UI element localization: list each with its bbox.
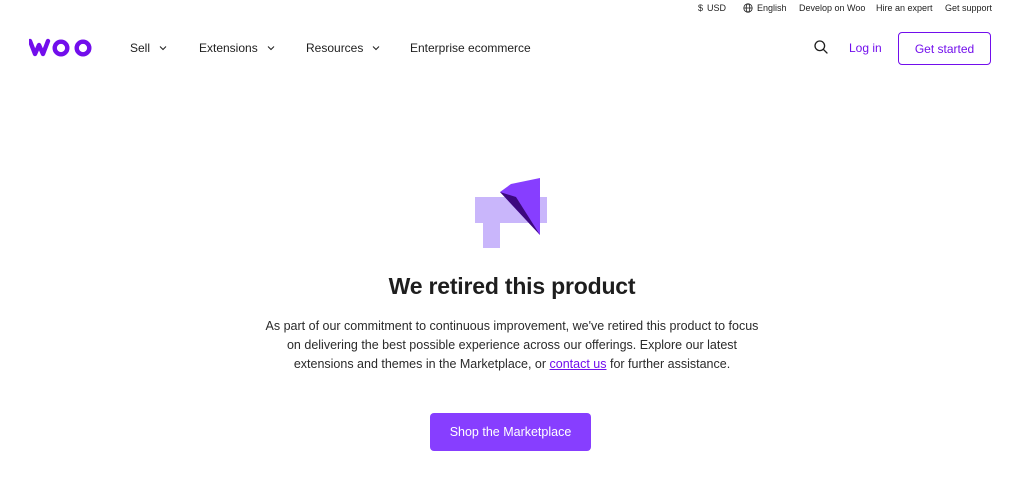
notice-description: As part of our commitment to continuous … xyxy=(262,317,762,374)
login-link[interactable]: Log in xyxy=(849,41,882,55)
develop-link[interactable]: Develop on Woo xyxy=(799,3,865,13)
chevron-down-icon xyxy=(267,46,275,51)
nav-resources[interactable]: Resources xyxy=(306,41,380,55)
notice-desc-text-end: for further assistance. xyxy=(606,357,731,371)
dollar-icon: $ xyxy=(698,3,704,13)
shop-marketplace-button[interactable]: Shop the Marketplace xyxy=(430,413,591,451)
chevron-down-icon xyxy=(373,46,380,51)
nav-enterprise[interactable]: Enterprise ecommerce xyxy=(410,41,531,55)
language-selector[interactable]: English xyxy=(743,3,787,13)
chevron-down-icon xyxy=(159,46,167,51)
woo-logo[interactable]: woo xyxy=(29,37,97,57)
get-started-button[interactable]: Get started xyxy=(898,32,991,65)
search-icon[interactable] xyxy=(813,39,829,55)
megaphone-icon xyxy=(475,178,547,248)
utility-bar: $ USD English Develop on Woo Hire an exp… xyxy=(0,0,1024,18)
nav-sell[interactable]: Sell xyxy=(130,41,167,55)
currency-label: USD xyxy=(707,3,727,13)
globe-icon xyxy=(743,3,753,13)
hire-expert-link[interactable]: Hire an expert xyxy=(876,3,933,13)
contact-us-link[interactable]: contact us xyxy=(550,357,607,371)
get-support-link[interactable]: Get support xyxy=(945,3,992,13)
currency-selector[interactable]: $ USD xyxy=(698,3,726,13)
language-label: English xyxy=(757,3,787,13)
notice-title: We retired this product xyxy=(388,273,636,299)
nav-sell-label: Sell xyxy=(130,41,151,55)
nav-extensions[interactable]: Extensions xyxy=(199,41,275,55)
nav-resources-label: Resources xyxy=(306,41,364,55)
main-navigation: woo Sell Extensions Resources Enterprise… xyxy=(0,30,1024,66)
nav-extensions-label: Extensions xyxy=(199,41,258,55)
